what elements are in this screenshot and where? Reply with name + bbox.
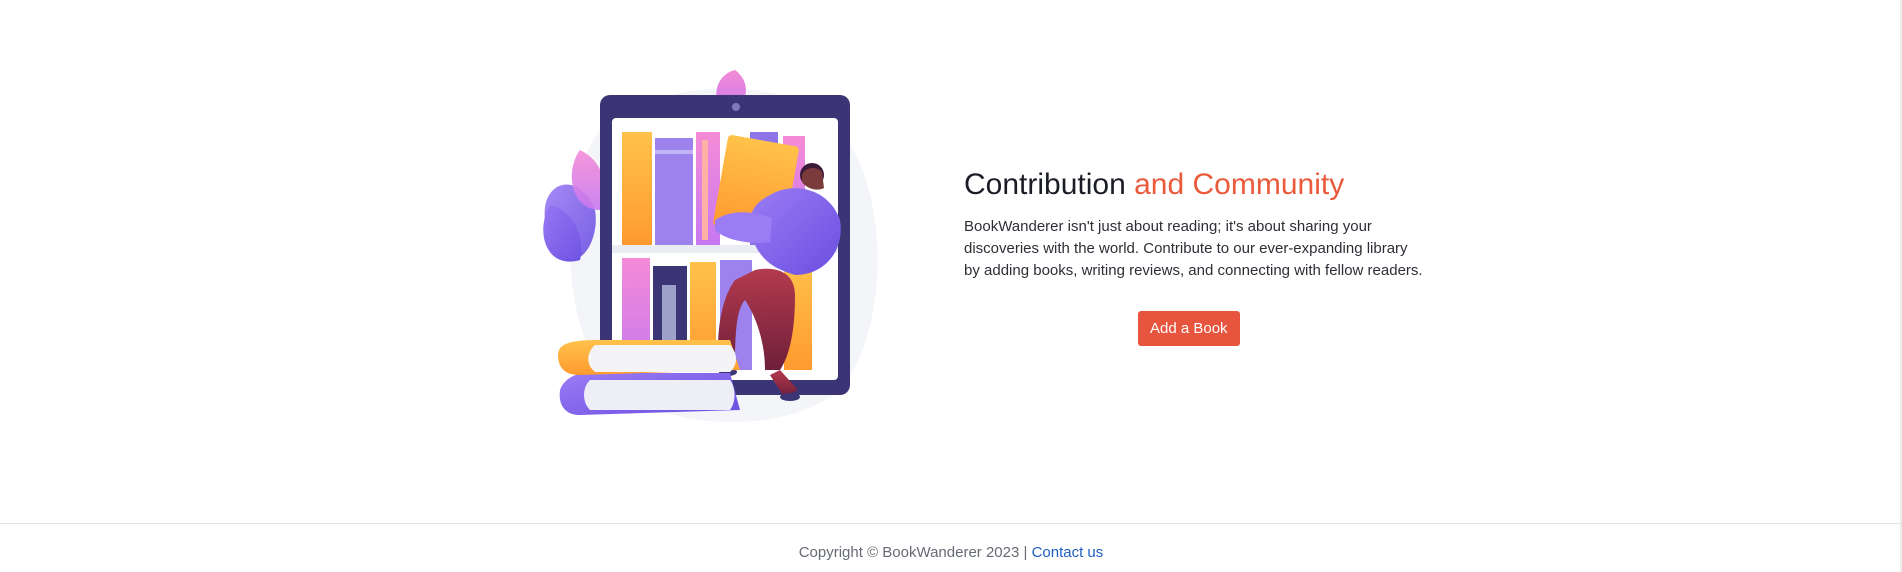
footer: Copyright © BookWanderer 2023 | Contact … [0, 523, 1902, 572]
add-book-button[interactable]: Add a Book [1138, 311, 1240, 346]
section-title: Contribution and Community [964, 166, 1434, 204]
contribution-content: Contribution and Community BookWanderer … [964, 166, 1434, 346]
bookshelf-icon [543, 70, 878, 423]
contact-us-link[interactable]: Contact us [1032, 544, 1104, 561]
footer-copyright: Copyright © BookWanderer 2023 | [798, 544, 1028, 561]
reader-bookshelf-illustration [540, 70, 910, 430]
section-title-main: Contribution [964, 168, 1126, 201]
section-description: BookWanderer isn't just about reading; i… [964, 218, 1423, 279]
section-title-accent: and Community [1134, 168, 1345, 201]
page: Contribution and Community BookWanderer … [0, 0, 1902, 572]
contribution-section: Contribution and Community BookWanderer … [0, 0, 1902, 523]
